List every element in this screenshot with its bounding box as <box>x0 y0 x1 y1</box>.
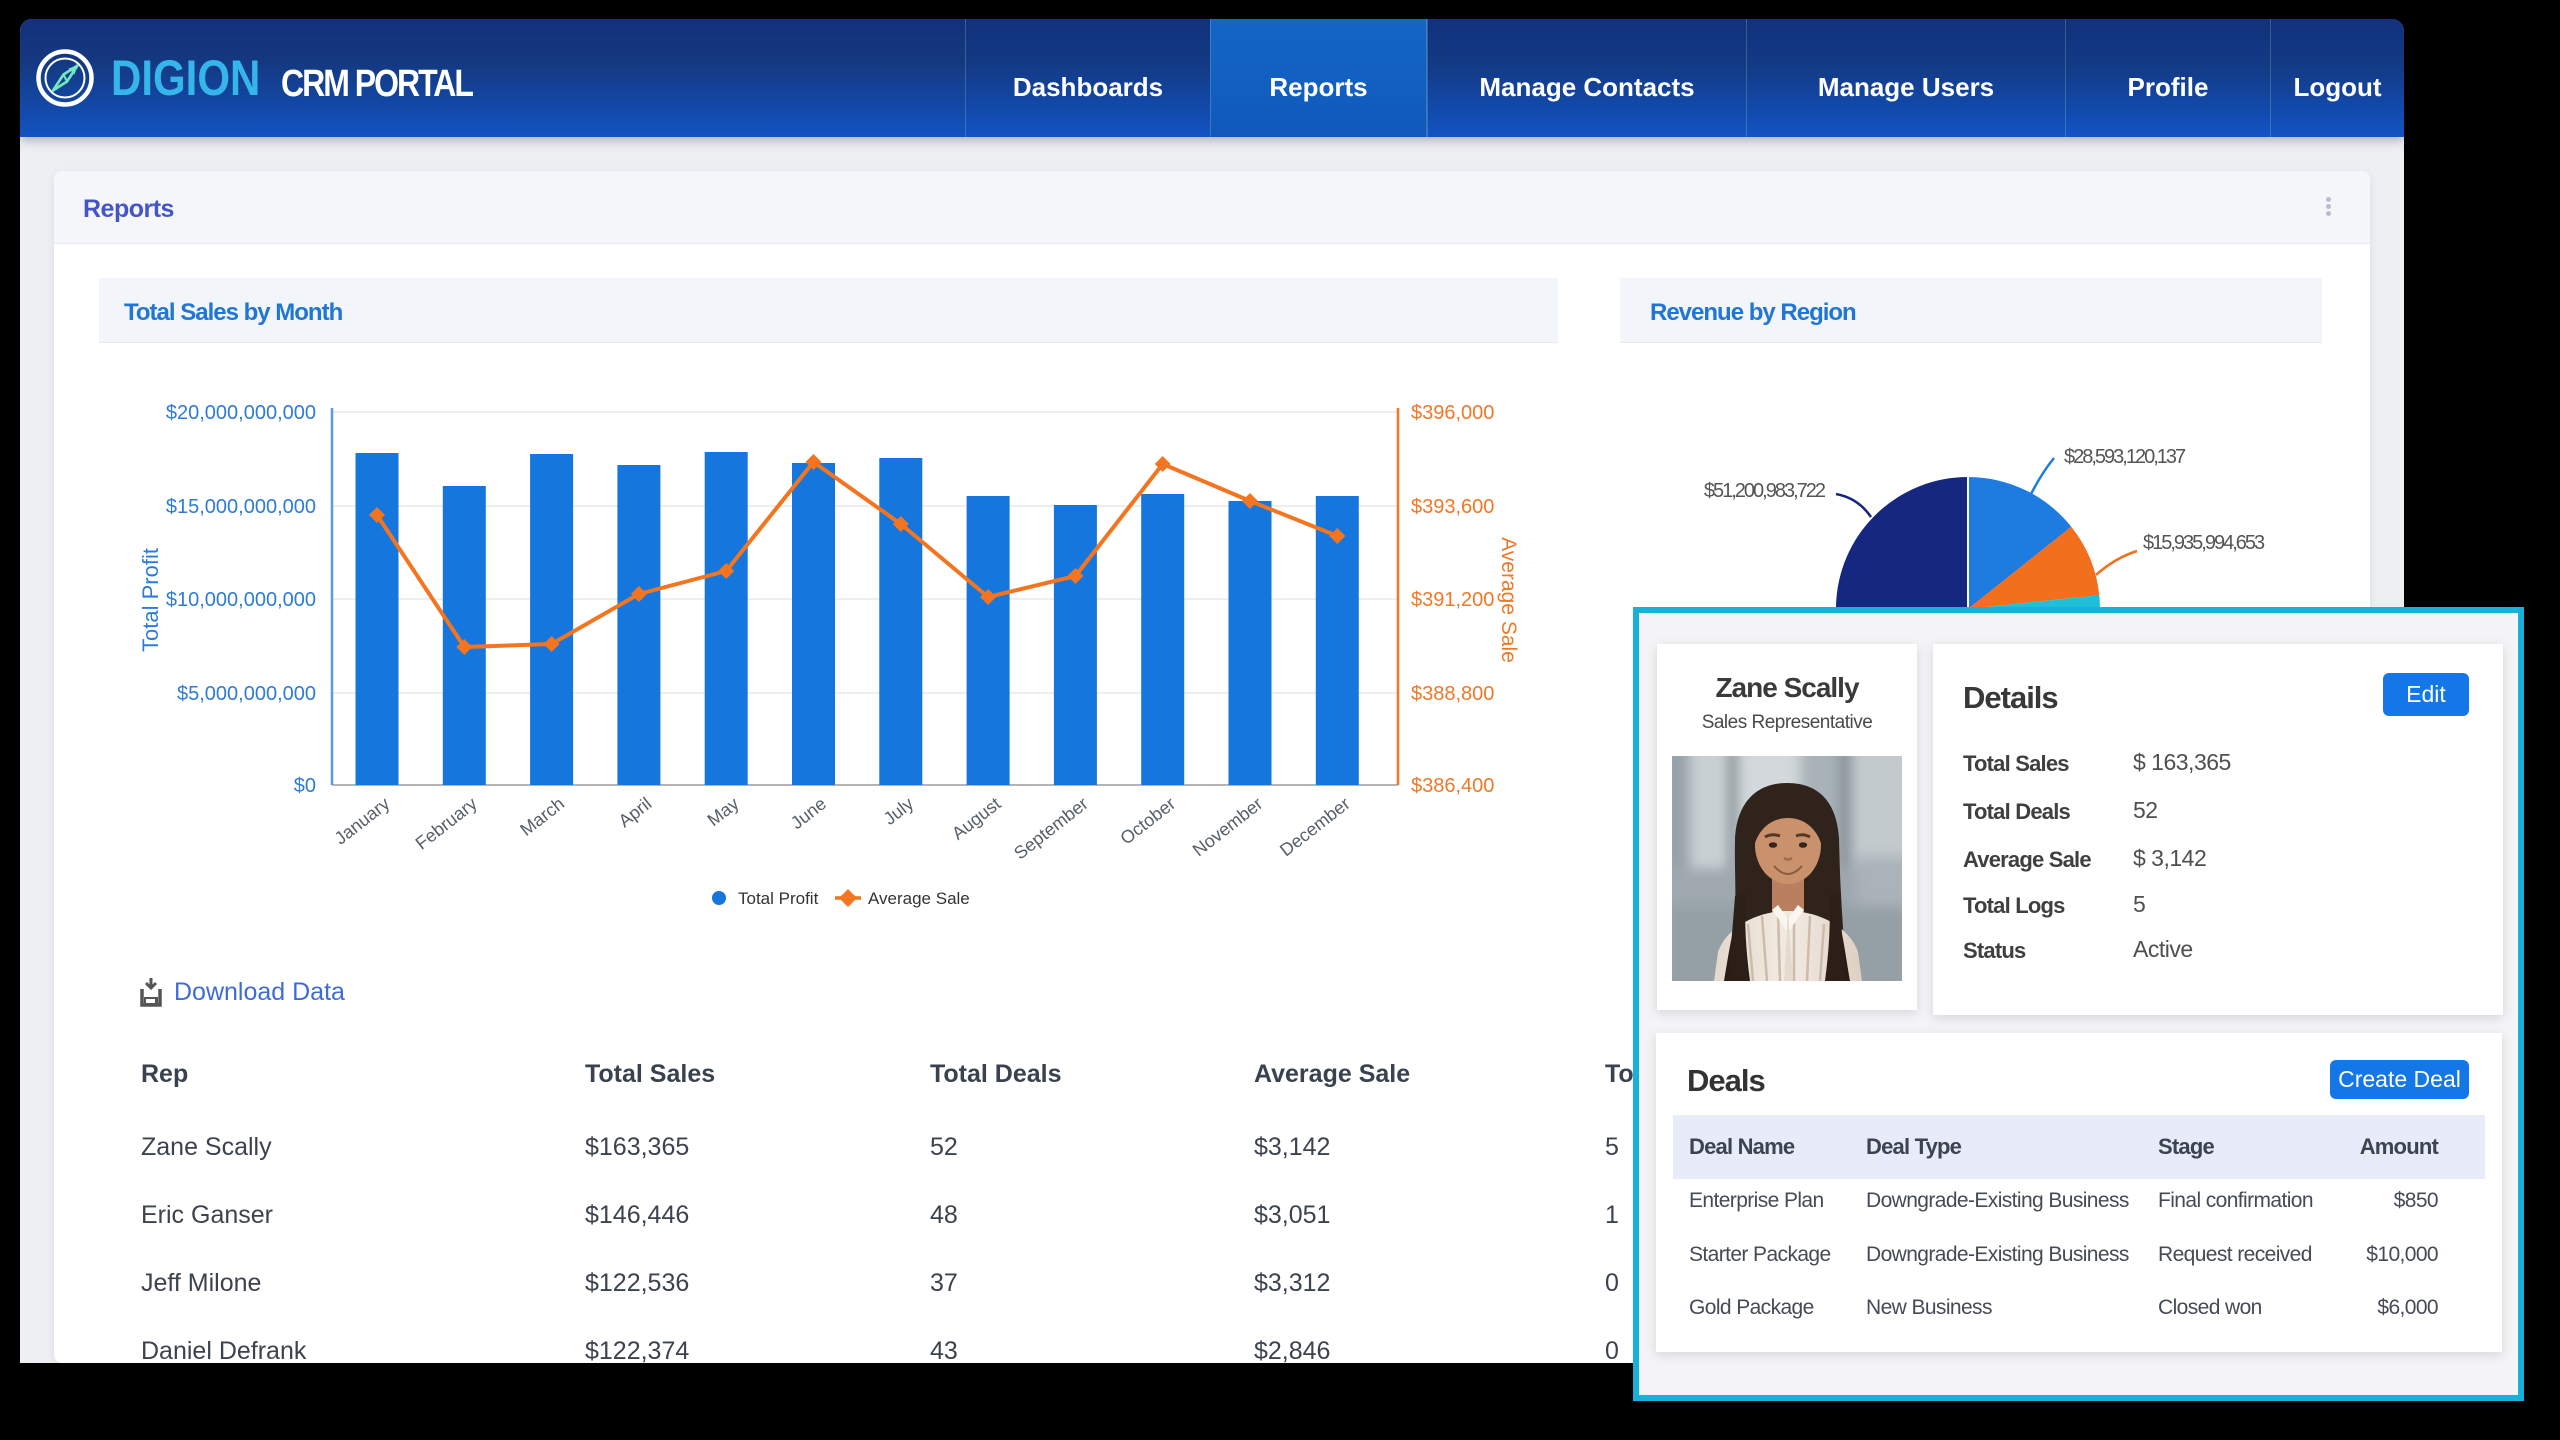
svg-text:$15,935,994,653: $15,935,994,653 <box>2143 532 2265 554</box>
svg-text:September: September <box>1010 793 1092 863</box>
svg-text:Average Sale: Average Sale <box>868 889 970 908</box>
svg-text:June: June <box>787 793 830 833</box>
svg-text:Average Sale: Average Sale <box>1497 537 1520 663</box>
svg-text:$15,000,000,000: $15,000,000,000 <box>166 496 316 518</box>
svg-text:$388,800: $388,800 <box>1411 683 1494 705</box>
svg-text:November: November <box>1189 793 1267 860</box>
svg-text:August: August <box>948 793 1004 843</box>
svg-text:$10,000,000,000: $10,000,000,000 <box>166 589 316 611</box>
svg-text:$386,400: $386,400 <box>1411 775 1494 797</box>
svg-text:May: May <box>704 793 743 830</box>
svg-text:$396,000: $396,000 <box>1411 402 1494 424</box>
svg-text:October: October <box>1116 793 1179 848</box>
svg-text:April: April <box>615 793 656 831</box>
svg-text:$5,000,000,000: $5,000,000,000 <box>177 683 316 705</box>
svg-text:Total Profit: Total Profit <box>738 889 819 908</box>
svg-text:July: July <box>880 793 918 828</box>
svg-text:$393,600: $393,600 <box>1411 496 1494 518</box>
svg-text:$391,200: $391,200 <box>1411 589 1494 611</box>
svg-text:$20,000,000,000: $20,000,000,000 <box>166 402 316 424</box>
svg-text:$28,593,120,137: $28,593,120,137 <box>2064 446 2186 468</box>
svg-text:January: January <box>331 793 394 848</box>
svg-text:$51,200,983,722: $51,200,983,722 <box>1704 480 1826 502</box>
svg-text:Total Profit: Total Profit <box>138 548 163 652</box>
svg-text:March: March <box>516 793 568 840</box>
svg-text:December: December <box>1276 793 1354 860</box>
svg-text:$0: $0 <box>294 775 316 797</box>
svg-text:February: February <box>412 793 481 853</box>
